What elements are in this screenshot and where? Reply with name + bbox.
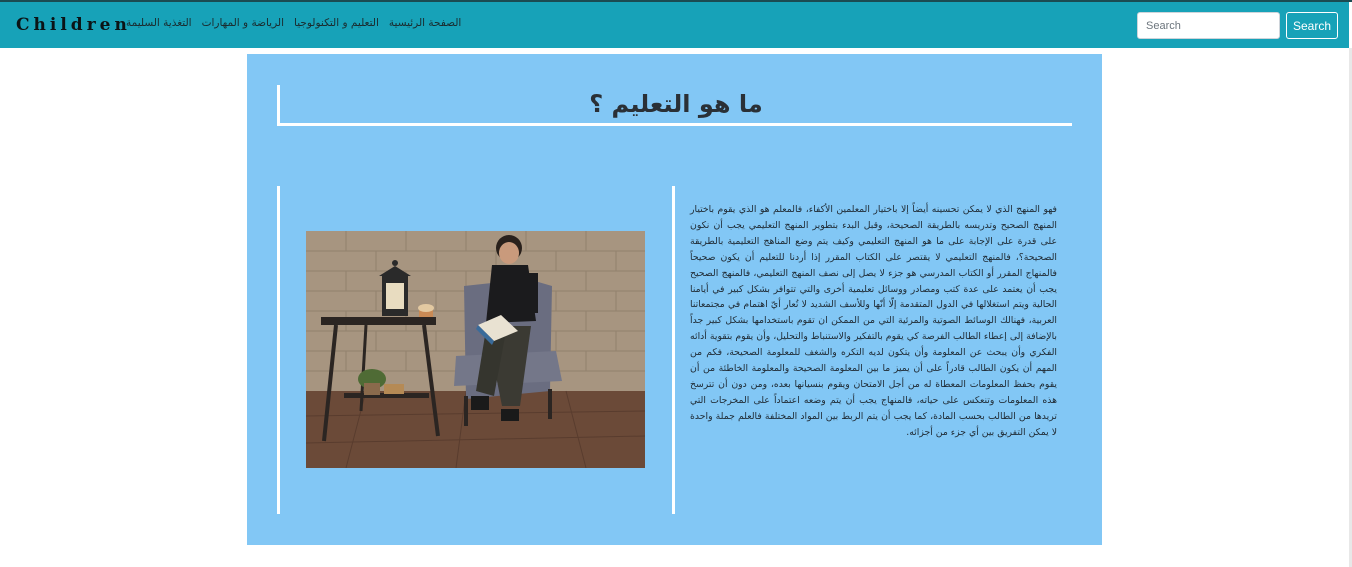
nav-link-healthy-nutrition[interactable]: التغذية السليمة [126,17,192,29]
child-reading-photo [306,231,645,468]
nav-link-education-technology[interactable]: التعليم و التكنولوجيا [294,17,379,29]
content-panel: ما هو التعليم ؟ فهو المنهج الذي لا يمكن … [247,54,1102,545]
nav-links: الصفحة الرئيسية التعليم و التكنولوجيا ال… [126,17,461,29]
search-input[interactable] [1137,12,1280,39]
nav-link-sports-skills[interactable]: الرياضة و المهارات [202,17,284,29]
brand-logo[interactable]: Children [16,15,131,35]
left-divider [277,186,280,514]
title-frame: ما هو التعليم ؟ [277,85,1072,126]
search-button[interactable]: Search [1286,12,1338,39]
nav-link-home[interactable]: الصفحة الرئيسية [389,17,461,29]
article-body: فهو المنهج الذي لا يمكن تحسينه أيضاً إلا… [690,204,1057,438]
navbar: Children الصفحة الرئيسية التعليم و التكن… [0,2,1349,48]
page-title: ما هو التعليم ؟ [589,90,763,118]
middle-divider [672,186,675,514]
